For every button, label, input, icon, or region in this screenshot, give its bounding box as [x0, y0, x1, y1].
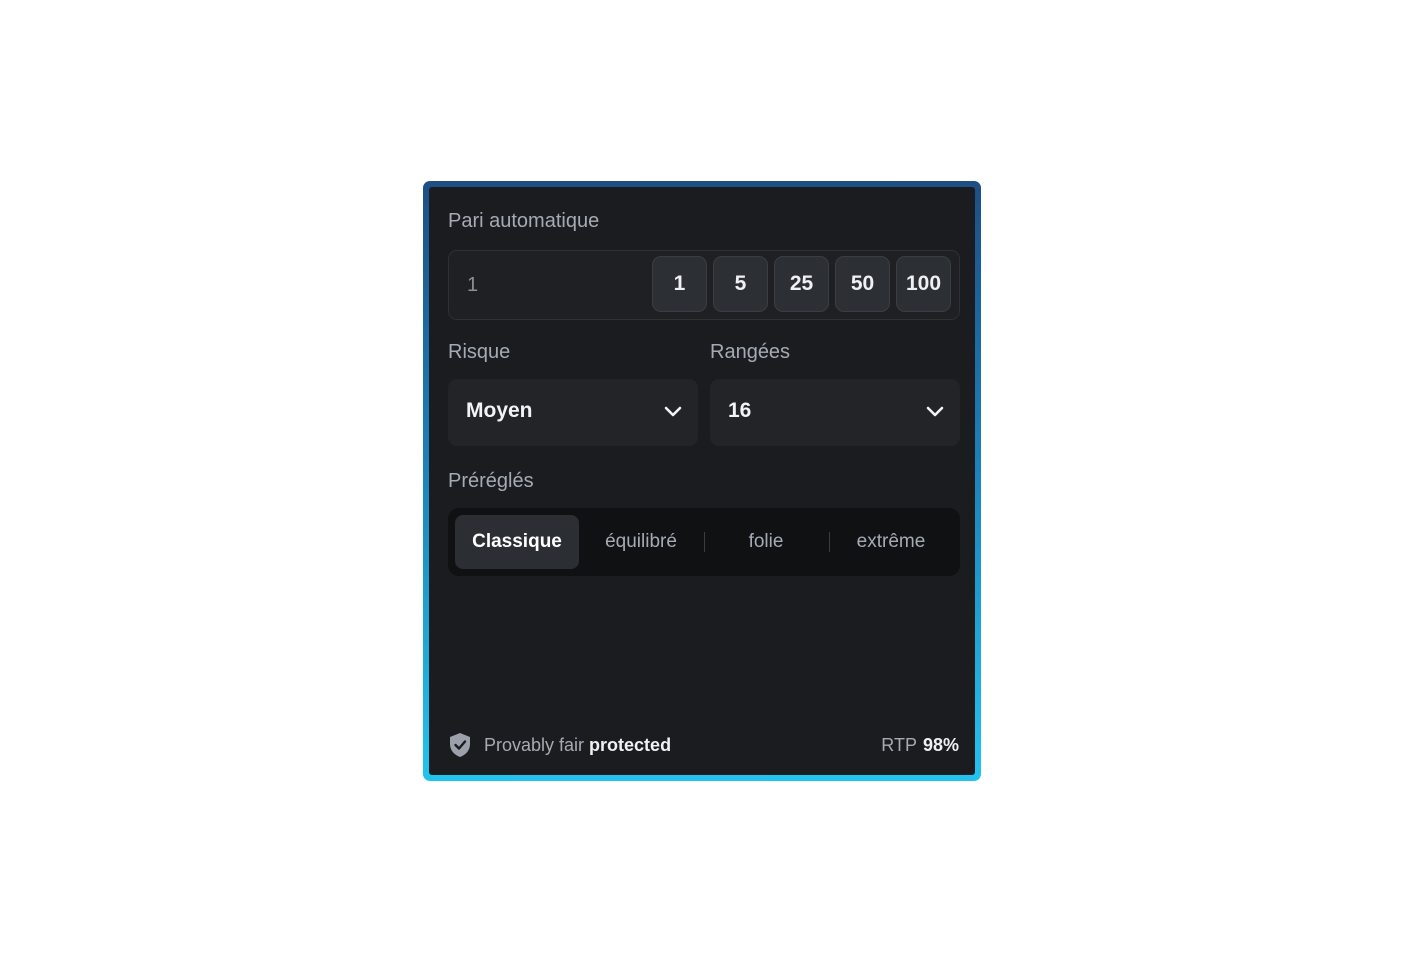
preset-folie[interactable]: folie: [704, 515, 828, 569]
auto-bet-widget-frame: Pari automatique 1 5 25 50 100 Risque Ra…: [423, 181, 981, 781]
preset-extreme[interactable]: extrême: [829, 515, 953, 569]
risk-select[interactable]: Moyen: [448, 379, 698, 446]
chip-button-100[interactable]: 100: [896, 256, 951, 312]
provably-fair-text: Provably fair: [484, 734, 585, 755]
chip-button-25[interactable]: 25: [774, 256, 829, 312]
chevron-down-icon: [664, 406, 682, 417]
chip-button-1[interactable]: 1: [652, 256, 707, 312]
presets-segmented-control: Classique équilibré folie extrême: [448, 508, 960, 576]
chevron-down-icon: [926, 406, 944, 417]
risk-select-value: Moyen: [466, 399, 533, 422]
provably-fair-protected-text: protected: [589, 734, 672, 755]
bet-amount-row: 1 5 25 50 100: [448, 250, 960, 320]
auto-bet-panel: Pari automatique 1 5 25 50 100 Risque Ra…: [429, 187, 975, 775]
rtp-indicator: RTP 98%: [881, 732, 959, 758]
rows-label: Rangées: [710, 341, 791, 363]
preset-equilibre[interactable]: équilibré: [579, 515, 703, 569]
bet-amount-input[interactable]: [467, 271, 617, 299]
auto-bet-label: Pari automatique: [448, 210, 600, 232]
chip-button-50[interactable]: 50: [835, 256, 890, 312]
preset-classique[interactable]: Classique: [455, 515, 579, 569]
rows-select[interactable]: 16: [710, 379, 960, 446]
risk-label: Risque: [448, 341, 511, 363]
provably-fair-badge: Provably fair protected: [448, 732, 671, 758]
presets-label: Préréglés: [448, 470, 534, 492]
chip-button-5[interactable]: 5: [713, 256, 768, 312]
rows-select-value: 16: [728, 399, 752, 422]
shield-check-icon: [450, 733, 470, 757]
rtp-value: 98%: [922, 734, 959, 755]
rtp-label: RTP: [881, 734, 917, 755]
